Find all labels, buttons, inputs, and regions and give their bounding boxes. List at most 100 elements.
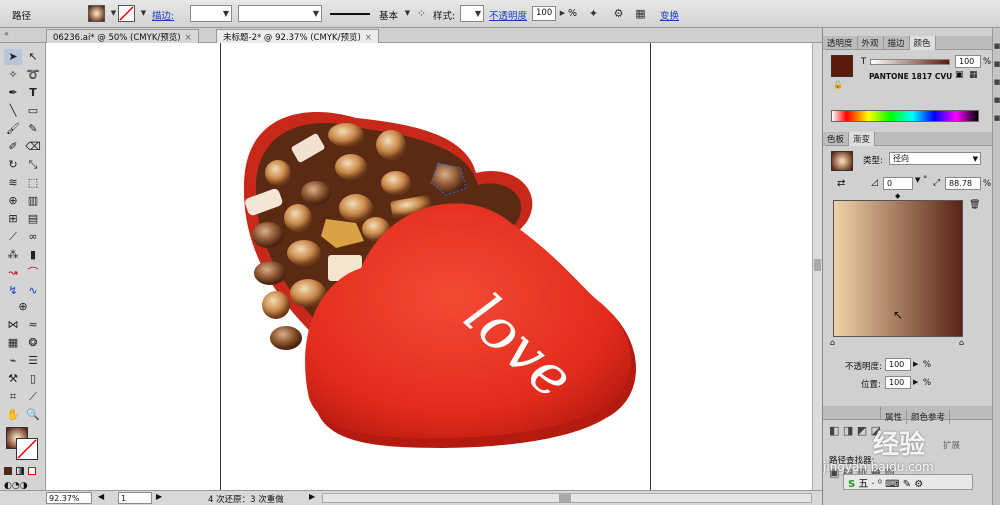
tab-document-1[interactable]: 06236.ai* @ 50% (CMYK/预览) × [46,29,199,43]
type-tool-icon[interactable]: T [24,85,42,101]
tab-gradient[interactable]: 渐变 [849,132,876,146]
symbol-sprayer-tool-icon[interactable]: ⁂ [4,247,22,263]
fill-swatch[interactable] [88,5,105,22]
expand-button[interactable]: 扩展 [943,439,960,451]
scale-tool-icon[interactable]: ⤡ [24,157,42,173]
mesh-tool-icon[interactable]: ⊞ [4,211,22,227]
stroke-label[interactable]: 描边: [152,8,174,22]
collapse-icon[interactable]: « [4,29,9,38]
panel-icon-2[interactable]: ■ [993,60,1000,70]
global-edit-icon[interactable]: ⚙ [611,6,626,21]
chevron-down-icon[interactable]: ▼ [136,6,151,21]
wave-tool-icon[interactable]: ≈ [24,317,42,333]
knife-tool-icon[interactable]: ⚒ [4,371,22,387]
path-tool-icon[interactable]: ⌁ [4,353,22,369]
angle-input[interactable]: 0 [883,177,913,190]
warp-tool-icon[interactable]: ≋ [4,175,22,191]
tab-appearance[interactable]: 外观 [858,36,884,50]
grid-tool-icon[interactable]: ▦ [4,335,22,351]
recolor-icon[interactable]: ✦ [586,6,601,21]
paintbrush-tool-icon[interactable]: 🖌 [4,121,22,137]
color-spectrum-bar[interactable] [831,110,979,122]
tab-stroke[interactable]: 描边 [884,36,910,50]
chevron-right-icon[interactable]: ▶ [156,492,162,501]
tab-color-guide[interactable]: 颜色参考 [907,410,951,424]
chevron-right-icon[interactable]: ▶ [913,378,918,386]
horizontal-scrollbar[interactable] [322,493,812,503]
page-field[interactable]: 1 [118,492,152,504]
aspect-ratio-input[interactable]: 88.78 [945,177,981,190]
target-tool-icon[interactable]: ⊕ [14,299,32,315]
lasso-tool-icon[interactable]: ➰ [24,67,42,83]
hand-tool-icon[interactable]: ✋ [4,407,22,423]
free-transform-tool-icon[interactable]: ⬚ [24,175,42,191]
line-tool-icon[interactable]: ╲ [4,103,22,119]
stroke-swatch[interactable] [118,5,135,22]
tab-attributes[interactable]: 属性 [881,410,908,424]
chevron-right-icon[interactable]: ▶ [913,360,918,368]
tint-input[interactable]: 100 [955,55,981,68]
variable-width-dropdown[interactable]: ▼ [238,5,322,22]
list-tool-icon[interactable]: ☰ [24,353,42,369]
blue-curve-tool-icon[interactable]: ↯ [4,283,22,299]
opacity-label[interactable]: 不透明度 [489,8,527,22]
selection-tool-icon[interactable]: ➤ [4,49,22,65]
twirl-tool-icon[interactable]: ❂ [24,335,42,351]
red-arc-tool-icon[interactable]: ⌒ [24,265,42,281]
close-icon[interactable]: × [365,33,372,43]
opacity-input[interactable]: 100 [532,6,556,21]
envelope-tool-icon[interactable]: ⋈ [4,317,22,333]
style-dropdown[interactable]: ▼ [460,5,484,22]
tab-document-2[interactable]: 未标题-2* @ 92.37% (CMYK/预览) × [216,29,379,43]
gradient-tool-icon[interactable]: ▤ [24,211,42,227]
gradient-stop-end[interactable]: ⌂ [959,338,964,347]
close-icon[interactable]: × [185,33,192,43]
isolate-icon[interactable]: ▦ [633,6,648,21]
zoom-field[interactable]: 92.37% [46,492,92,504]
current-color-swatch[interactable] [831,55,853,77]
eraser-tool-icon[interactable]: ⌫ [24,139,42,155]
blob-brush-tool-icon[interactable]: ✐ [4,139,22,155]
tab-transparency[interactable]: 透明度 [823,36,858,50]
pencil-tool-icon[interactable]: ✎ [24,121,42,137]
rotate-tool-icon[interactable]: ↻ [4,157,22,173]
pen-tool-icon[interactable]: ✒ [4,85,22,101]
chevron-down-icon[interactable]: ▼ [400,6,415,21]
reverse-gradient-icon[interactable]: ⇄ [837,178,845,189]
panel-icon-5[interactable]: ■ [993,114,1000,124]
zoom-tool-icon[interactable]: 🔍 [24,407,42,423]
panel-icon-3[interactable]: ■ [993,78,1000,88]
transform-link[interactable]: 变换 [660,8,679,22]
blue-wave-tool-icon[interactable]: ∿ [24,283,42,299]
bar-graph-tool-icon[interactable]: ▯ [24,371,42,387]
chevron-left-icon[interactable]: ◀ [98,492,104,501]
artwork-heart-chocolate-box[interactable]: love [46,43,812,490]
column-graph-tool-icon[interactable]: ▮ [24,247,42,263]
chevron-down-icon[interactable]: ▼ [915,176,920,184]
rectangle-tool-icon[interactable]: ▭ [24,103,42,119]
ime-toolbar[interactable]: S 五 · ⁰ ⌨ ✎ ⚙ [843,474,973,490]
blend-tool-icon[interactable]: ∞ [24,229,42,245]
scroll-thumb[interactable] [814,259,821,271]
stop-position-input[interactable]: 100 [885,376,911,389]
tint-slider[interactable] [870,59,950,65]
trash-icon[interactable]: 🗑 [969,200,980,210]
direct-selection-tool-icon[interactable]: ↖ [24,49,42,65]
gradient-mode-icon[interactable] [16,467,24,475]
magic-wand-tool-icon[interactable]: ✧ [4,67,22,83]
gradient-stop-start[interactable]: ⌂ [830,338,835,347]
gradient-type-select[interactable]: 径向 ▼ [889,152,981,165]
gradient-preview-swatch[interactable] [831,151,853,171]
tab-swatches[interactable]: 色板 [823,132,850,146]
stop-opacity-input[interactable]: 100 [885,358,911,371]
tab-pathfinder[interactable] [823,406,881,420]
color-mode-icon[interactable] [4,467,12,475]
none-mode-icon[interactable] [28,467,36,475]
stroke-color-box[interactable] [16,438,38,460]
stroke-weight-dropdown[interactable]: ▼ [190,5,232,22]
scroll-thumb[interactable] [559,494,571,502]
artboard-tool-icon[interactable]: ⌗ [4,389,22,405]
chevron-right-icon[interactable]: ▶ [309,492,315,501]
slice-tool-icon[interactable]: ⟋ [24,389,42,405]
perspective-grid-tool-icon[interactable]: ▥ [24,193,42,209]
